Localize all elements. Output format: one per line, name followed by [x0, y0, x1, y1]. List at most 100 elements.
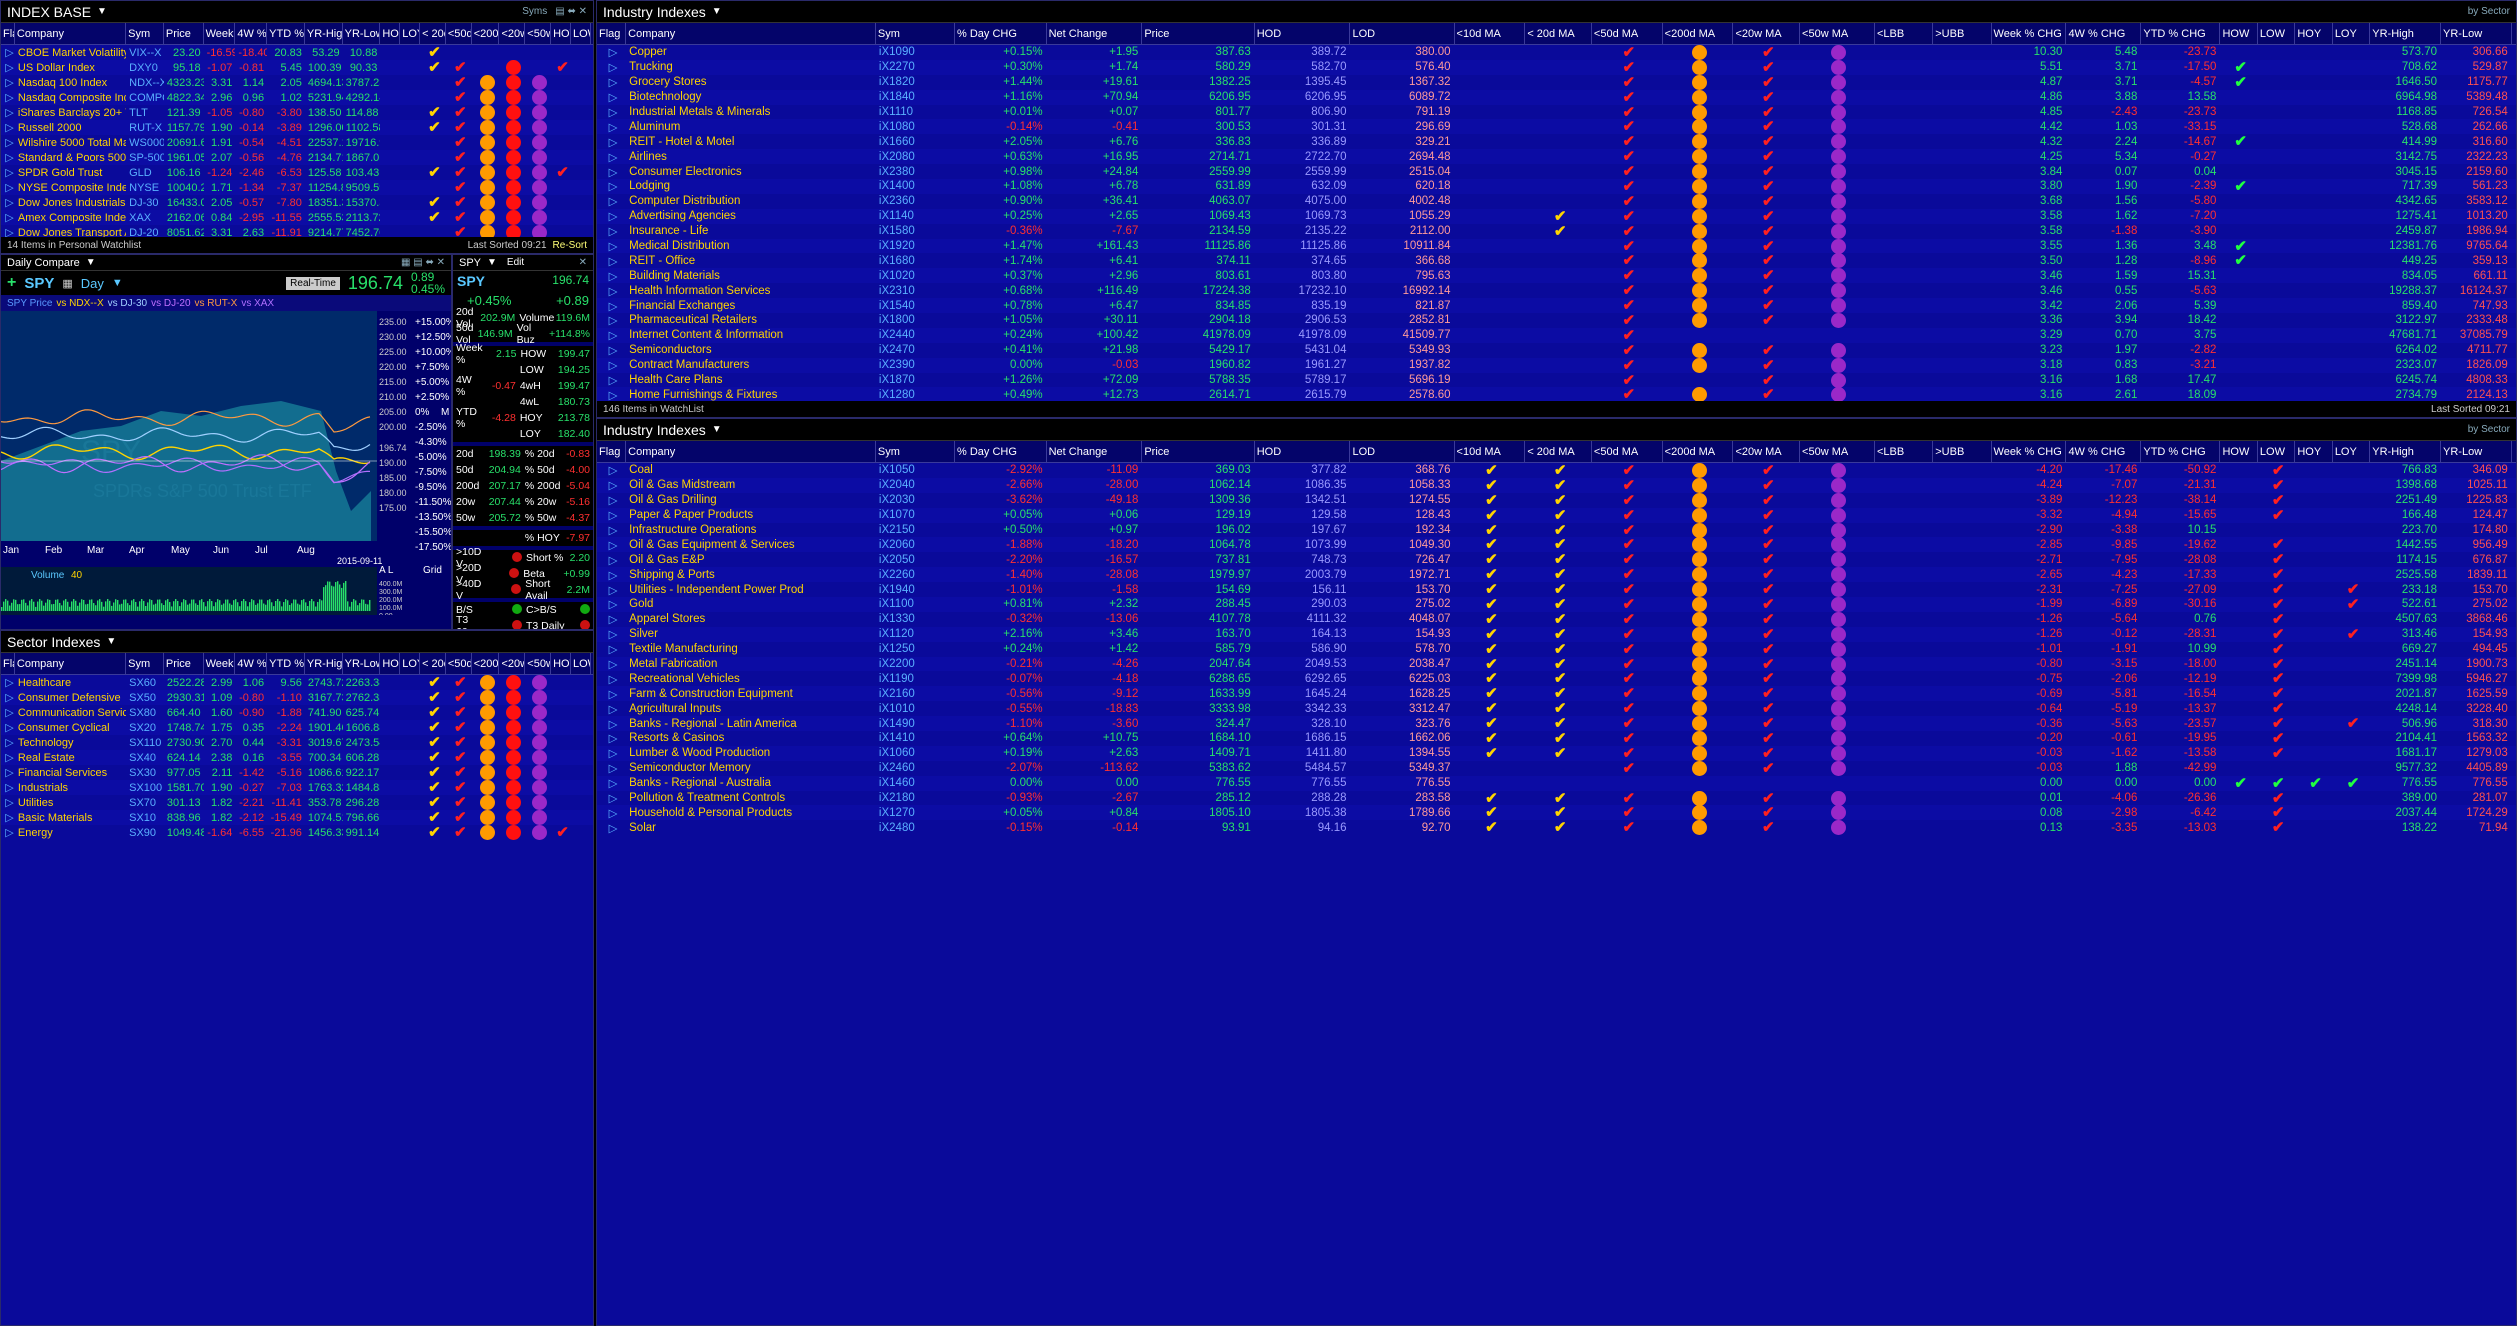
column-header[interactable]: Week % CHG	[204, 23, 236, 44]
column-header[interactable]: YTD % CHG	[267, 23, 305, 44]
flag-icon[interactable]: ▷	[597, 731, 626, 745]
column-header[interactable]: LOY	[400, 653, 421, 674]
flag-icon[interactable]: ▷	[597, 538, 626, 552]
column-header[interactable]: <50d MA	[1592, 441, 1663, 462]
flag-icon[interactable]: ▷	[597, 523, 626, 537]
table-row[interactable]: ▷ Aluminum iX1080 -0.14% -0.41 300.53 301.31 29…	[597, 119, 2516, 135]
flag-icon[interactable]: ▷	[597, 90, 626, 104]
legend-item[interactable]: vs RUT-X	[195, 298, 238, 309]
dropdown-caret-icon[interactable]: ▼	[106, 636, 116, 647]
table-row[interactable]: ▷Communication ServicesSX80664.401.60-0.…	[1, 705, 593, 720]
add-icon[interactable]: +	[7, 274, 16, 292]
table-row[interactable]: ▷ Lodging iX1400 +1.08% +6.78 631.89 632.09 620…	[597, 178, 2516, 194]
table-row[interactable]: ▷ Amex Composite Index XAX 2162.06 0.84 -2.95…	[1, 210, 593, 225]
column-header[interactable]: % Day CHG	[955, 441, 1047, 462]
column-header[interactable]: <10d MA	[1455, 23, 1526, 44]
table-row[interactable]: ▷ Russell 2000 RUT-X 1157.79 1.90 -0.14 -3.89 1…	[1, 120, 593, 135]
table-row[interactable]: ▷ Contract Manufacturers iX2390 0.00% -0.03 1…	[597, 357, 2516, 373]
column-header[interactable]: HOY	[380, 653, 401, 674]
table-row[interactable]: ▷ Technology SX110 2730.90 2.70 0.44 -3.31 3019…	[1, 735, 593, 750]
column-header[interactable]: LOD	[1350, 441, 1455, 462]
flag-icon[interactable]: ▷	[597, 583, 626, 597]
table-row[interactable]: ▷ Banks - Regional - Australia iX1460 0.00%…	[597, 776, 2516, 791]
column-header[interactable]: >UBB	[1933, 441, 1992, 462]
column-header[interactable]: < 20d	[420, 653, 446, 674]
flag-icon[interactable]: ▷	[597, 224, 626, 238]
chart-symbol[interactable]: SPY	[24, 275, 54, 292]
column-header[interactable]: <LBB	[1875, 23, 1934, 44]
table-row[interactable]: ▷ Insurance - Life iX1580 -0.36% -7.67 2134.5…	[597, 223, 2516, 239]
column-header[interactable]: Price	[164, 23, 204, 44]
flag-icon[interactable]: ▷	[597, 746, 626, 760]
flag-icon[interactable]: ▷	[597, 702, 626, 716]
flag-icon[interactable]: ▷	[597, 821, 626, 835]
flag-icon[interactable]: ▷	[597, 717, 626, 731]
flag-icon[interactable]: ▷	[1, 76, 15, 89]
flag-icon[interactable]: ▷	[597, 105, 626, 119]
column-header[interactable]: <50d	[446, 653, 472, 674]
column-header[interactable]: 4W % CHG	[2066, 441, 2142, 462]
column-header[interactable]: <50w	[525, 653, 552, 674]
column-header[interactable]: Company	[15, 23, 127, 44]
flag-icon[interactable]: ▷	[1, 676, 15, 689]
column-header[interactable]: <20w	[499, 653, 526, 674]
flag-icon[interactable]: ▷	[597, 463, 626, 477]
column-header[interactable]: Sym	[876, 23, 956, 44]
column-header[interactable]: Week % CHG	[204, 653, 236, 674]
flag-icon[interactable]: ▷	[597, 508, 626, 522]
table-row[interactable]: ▷ Biotechnology iX1840 +1.16% +70.94 6206.95 6…	[597, 89, 2516, 105]
column-header[interactable]: Flag	[1, 653, 15, 674]
flag-icon[interactable]: ▷	[597, 553, 626, 567]
resort-button[interactable]: Re-Sort	[553, 240, 587, 251]
flag-icon[interactable]: ▷	[1, 166, 15, 179]
flag-icon[interactable]: ▷	[597, 642, 626, 656]
column-header[interactable]: LOD	[1350, 23, 1455, 44]
table-row[interactable]: ▷Nasdaq Composite IndexCOMPQX4822.342.96…	[1, 90, 593, 105]
by-sector-toggle[interactable]: by Sector	[2468, 6, 2510, 17]
table-row[interactable]: ▷ Utilities - Independent Power Prod iX194…	[597, 582, 2516, 598]
table-row[interactable]: ▷ Paper & Paper Products iX1070 +0.05% +0.06…	[597, 507, 2516, 523]
flag-icon[interactable]: ▷	[1, 46, 15, 59]
flag-icon[interactable]: ▷	[1, 151, 15, 164]
column-header[interactable]: YR-High	[2370, 23, 2442, 44]
column-header[interactable]: LOW	[571, 653, 591, 674]
table-row[interactable]: ▷ Oil & Gas Midstream iX2040 -2.66% -28.00 10…	[597, 477, 2516, 493]
column-header[interactable]: YR-High	[2370, 441, 2442, 462]
flag-icon[interactable]: ▷	[597, 388, 626, 402]
flag-icon[interactable]: ▷	[1, 121, 15, 134]
column-header[interactable]: HOD	[1255, 23, 1351, 44]
flag-icon[interactable]: ▷	[597, 194, 626, 208]
flag-icon[interactable]: ▷	[1, 826, 15, 839]
column-header[interactable]: <50d MA	[1592, 23, 1663, 44]
table-row[interactable]: ▷ Semiconductors iX2470 +0.41% +21.98 5429.17…	[597, 342, 2516, 358]
table-row[interactable]: ▷ Resorts & Casinos iX1410 +0.64% +10.75 1684…	[597, 730, 2516, 746]
column-header[interactable]: <200d MA	[1663, 441, 1734, 462]
flag-icon[interactable]: ▷	[1, 61, 15, 74]
legend-item[interactable]: vs DJ-20	[151, 298, 190, 309]
dropdown-caret-icon[interactable]: ▼	[712, 424, 722, 435]
flag-icon[interactable]: ▷	[1, 196, 15, 209]
flag-icon[interactable]: ▷	[1, 811, 15, 824]
column-header[interactable]: <10d MA	[1455, 441, 1526, 462]
flag-icon[interactable]: ▷	[597, 254, 626, 268]
flag-icon[interactable]: ▷	[1, 91, 15, 104]
table-row[interactable]: ▷NYSE Composite IndexNYSE10040.221.71-1.…	[1, 180, 593, 195]
column-header[interactable]: < 20d MA	[1525, 441, 1592, 462]
flag-icon[interactable]: ▷	[597, 150, 626, 164]
column-header[interactable]: <50w MA	[1800, 441, 1875, 462]
column-header[interactable]: HOW	[551, 23, 571, 44]
table-row[interactable]: ▷ Industrials SX100 1581.70 1.90 -0.27 -7.03 17…	[1, 780, 593, 795]
chevron-down-icon[interactable]: ▼	[112, 277, 123, 289]
column-header[interactable]: Flag	[597, 441, 627, 462]
period-select[interactable]: Day	[81, 276, 104, 291]
column-header[interactable]: Sym	[126, 23, 164, 44]
dropdown-caret-icon[interactable]: ▼	[86, 257, 96, 268]
column-header[interactable]: LOY	[400, 23, 421, 44]
flag-icon[interactable]: ▷	[597, 209, 626, 223]
table-row[interactable]: ▷ Oil & Gas Drilling iX2030 -3.62% -49.18 130…	[597, 492, 2516, 508]
flag-icon[interactable]: ▷	[1, 211, 15, 224]
flag-icon[interactable]: ▷	[597, 269, 626, 283]
table-row[interactable]: ▷ Healthcare SX60 2522.28 2.99 1.06 9.56 2743.7…	[1, 675, 593, 690]
column-header[interactable]: <50d	[446, 23, 472, 44]
table-row[interactable]: ▷ Health Information Services iX2310 +0.68%…	[597, 283, 2516, 299]
